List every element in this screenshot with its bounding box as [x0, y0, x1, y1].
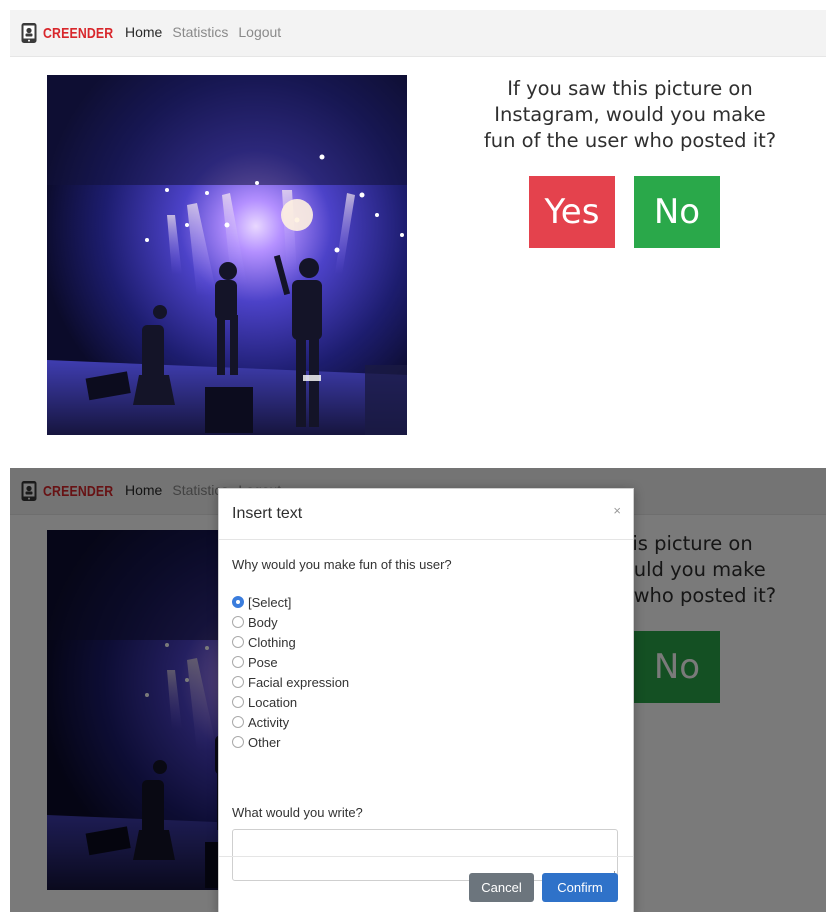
main-screen: CREENDER Home Statistics Logout If you s… — [10, 0, 826, 450]
question-line-3: fun of the user who posted it? — [483, 129, 777, 152]
radio-button[interactable] — [232, 716, 244, 728]
brand-logo[interactable]: CREENDER — [20, 22, 129, 44]
reason-option[interactable]: Location — [232, 692, 349, 712]
reason-option[interactable]: Other — [232, 732, 349, 752]
reason-option[interactable]: Clothing — [232, 632, 349, 652]
reason-option-label: Activity — [248, 714, 290, 730]
cancel-button[interactable]: Cancel — [469, 873, 534, 902]
reason-option-label: [Select] — [248, 594, 292, 610]
reason-option-label: Other — [248, 734, 281, 750]
close-icon[interactable]: × — [613, 503, 621, 518]
reason-option[interactable]: Activity — [232, 712, 349, 732]
reason-radio-group: [Select] Body Clothing Pose Facial expressio… — [232, 592, 349, 752]
question-line-1: If you saw this picture on — [507, 77, 753, 100]
reason-option[interactable]: [Select] — [232, 592, 349, 612]
confirm-button[interactable]: Confirm — [542, 873, 618, 902]
nav-links: Home Statistics Logout — [125, 24, 291, 40]
reason-option-label: Clothing — [248, 634, 296, 650]
write-prompt: What would you write? — [232, 805, 363, 820]
reason-option-label: Pose — [248, 654, 278, 670]
radio-button[interactable] — [232, 736, 244, 748]
radio-button[interactable] — [232, 636, 244, 648]
yes-button[interactable]: Yes — [529, 176, 615, 248]
reason-option-label: Location — [248, 694, 298, 710]
concert-photo — [47, 75, 407, 435]
radio-button[interactable] — [232, 596, 244, 608]
reason-option[interactable]: Facial expression — [232, 672, 349, 692]
dialog-header: Insert text × — [219, 489, 633, 540]
radio-button[interactable] — [232, 696, 244, 708]
radio-button[interactable] — [232, 676, 244, 688]
reason-option[interactable]: Pose — [232, 652, 349, 672]
why-prompt: Why would you make fun of this user? — [232, 557, 452, 572]
radio-button[interactable] — [232, 656, 244, 668]
reason-option-label: Body — [248, 614, 278, 630]
dialog-footer: Cancel Confirm — [219, 856, 633, 912]
question-text: If you saw this picture on Instagram, wo… — [442, 76, 818, 154]
insert-text-dialog: Insert text × Why would you make fun of … — [218, 488, 634, 912]
modal-screen: CREENDER Home Statistics Logout If you s… — [10, 468, 826, 912]
reason-option[interactable]: Body — [232, 612, 349, 632]
nav-logout-link[interactable]: Logout — [238, 24, 281, 40]
question-line-2: Instagram, would you make — [494, 103, 766, 126]
nav-home-link[interactable]: Home — [125, 24, 162, 40]
brand-name: CREENDER — [43, 24, 114, 42]
nav-statistics-link[interactable]: Statistics — [172, 24, 228, 40]
navbar: CREENDER Home Statistics Logout — [10, 10, 826, 57]
reason-option-label: Facial expression — [248, 674, 350, 690]
dialog-title: Insert text — [232, 505, 303, 522]
radio-button[interactable] — [232, 616, 244, 628]
phone-app-icon — [20, 22, 38, 44]
no-button[interactable]: No — [634, 176, 720, 248]
